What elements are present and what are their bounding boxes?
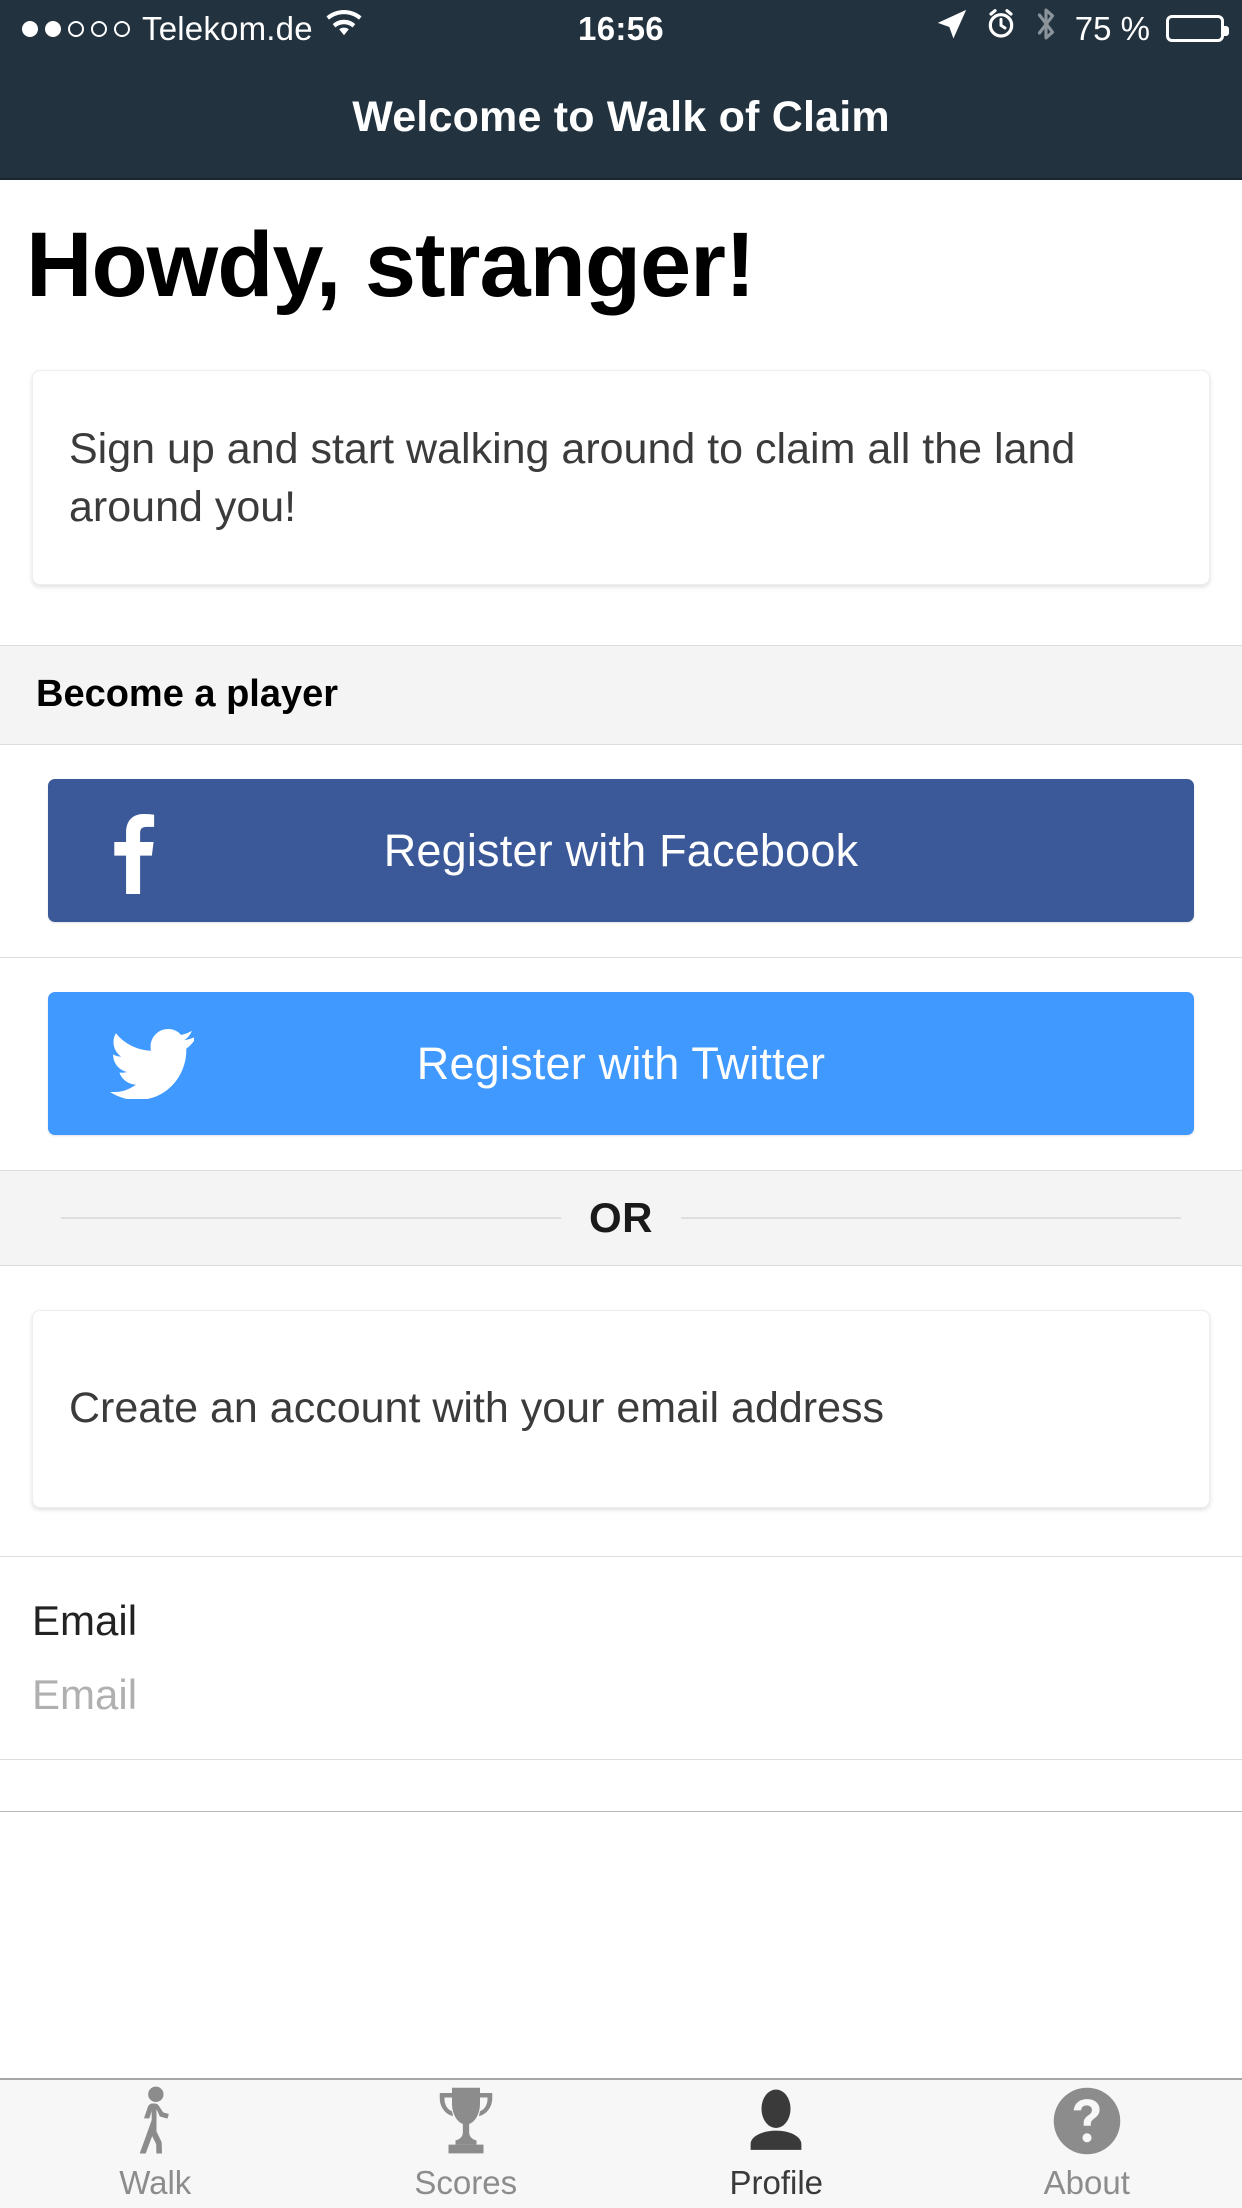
tab-walk-label: Walk — [119, 2164, 192, 2201]
email-signup-card[interactable]: Create an account with your email addres… — [32, 1309, 1210, 1508]
or-divider-label: OR — [589, 1193, 653, 1241]
status-bar: Telekom.de 16:56 75 % — [0, 0, 1242, 57]
email-field-group: Email — [0, 1555, 1242, 1760]
tab-profile-label: Profile — [729, 2164, 824, 2201]
tab-walk[interactable]: Walk — [0, 2080, 311, 2208]
section-header-become-a-player: Become a player — [0, 644, 1242, 745]
or-divider-line-right — [681, 1216, 1181, 1219]
bluetooth-icon — [1033, 6, 1059, 51]
tab-profile[interactable]: Profile — [621, 2080, 932, 2208]
status-bar-right: 75 % — [935, 6, 1229, 51]
intro-card-text: Sign up and start walking around to clai… — [69, 425, 1076, 531]
twitter-bird-icon — [110, 1028, 194, 1099]
register-with-facebook-button[interactable]: Register with Facebook — [48, 779, 1194, 923]
email-field-label: Email — [32, 1596, 138, 1644]
main-content[interactable]: Howdy, stranger! Sign up and start walki… — [0, 180, 1242, 2078]
nav-title: Welcome to Walk of Claim — [352, 93, 890, 141]
or-divider-line-left — [61, 1216, 561, 1219]
facebook-f-icon — [110, 808, 156, 894]
battery-icon — [1166, 15, 1229, 42]
section-header-label: Become a player — [36, 673, 339, 716]
navigation-bar: Welcome to Walk of Claim — [0, 57, 1242, 180]
facebook-button-row: Register with Facebook — [0, 744, 1242, 958]
question-circle-icon — [1052, 2086, 1122, 2156]
tab-bar: Walk Scores Profile About — [0, 2078, 1242, 2208]
walking-person-icon — [125, 2086, 185, 2156]
tab-about[interactable]: About — [932, 2080, 1242, 2208]
form-spacer-row — [0, 1759, 1242, 1812]
tab-scores-label: Scores — [414, 2164, 518, 2201]
location-arrow-icon — [935, 7, 969, 50]
email-input[interactable] — [32, 1670, 1121, 1719]
register-with-twitter-button[interactable]: Register with Twitter — [48, 992, 1194, 1136]
alarm-clock-icon — [985, 8, 1017, 49]
tab-about-label: About — [1043, 2164, 1130, 2201]
twitter-button-row: Register with Twitter — [0, 957, 1242, 1171]
facebook-button-label: Register with Facebook — [383, 824, 859, 876]
or-divider: OR — [0, 1170, 1242, 1266]
tab-scores[interactable]: Scores — [311, 2080, 622, 2208]
trophy-icon — [433, 2086, 499, 2156]
email-signup-card-text: Create an account with your email addres… — [69, 1384, 885, 1433]
twitter-button-label: Register with Twitter — [416, 1037, 826, 1089]
person-icon — [748, 2086, 804, 2156]
battery-percent-label: 75 % — [1074, 9, 1150, 47]
intro-card: Sign up and start walking around to clai… — [32, 370, 1210, 585]
app-root: Telekom.de 16:56 75 % Welcome to Walk of… — [0, 0, 1242, 2208]
page-title: Howdy, stranger! — [26, 214, 756, 316]
